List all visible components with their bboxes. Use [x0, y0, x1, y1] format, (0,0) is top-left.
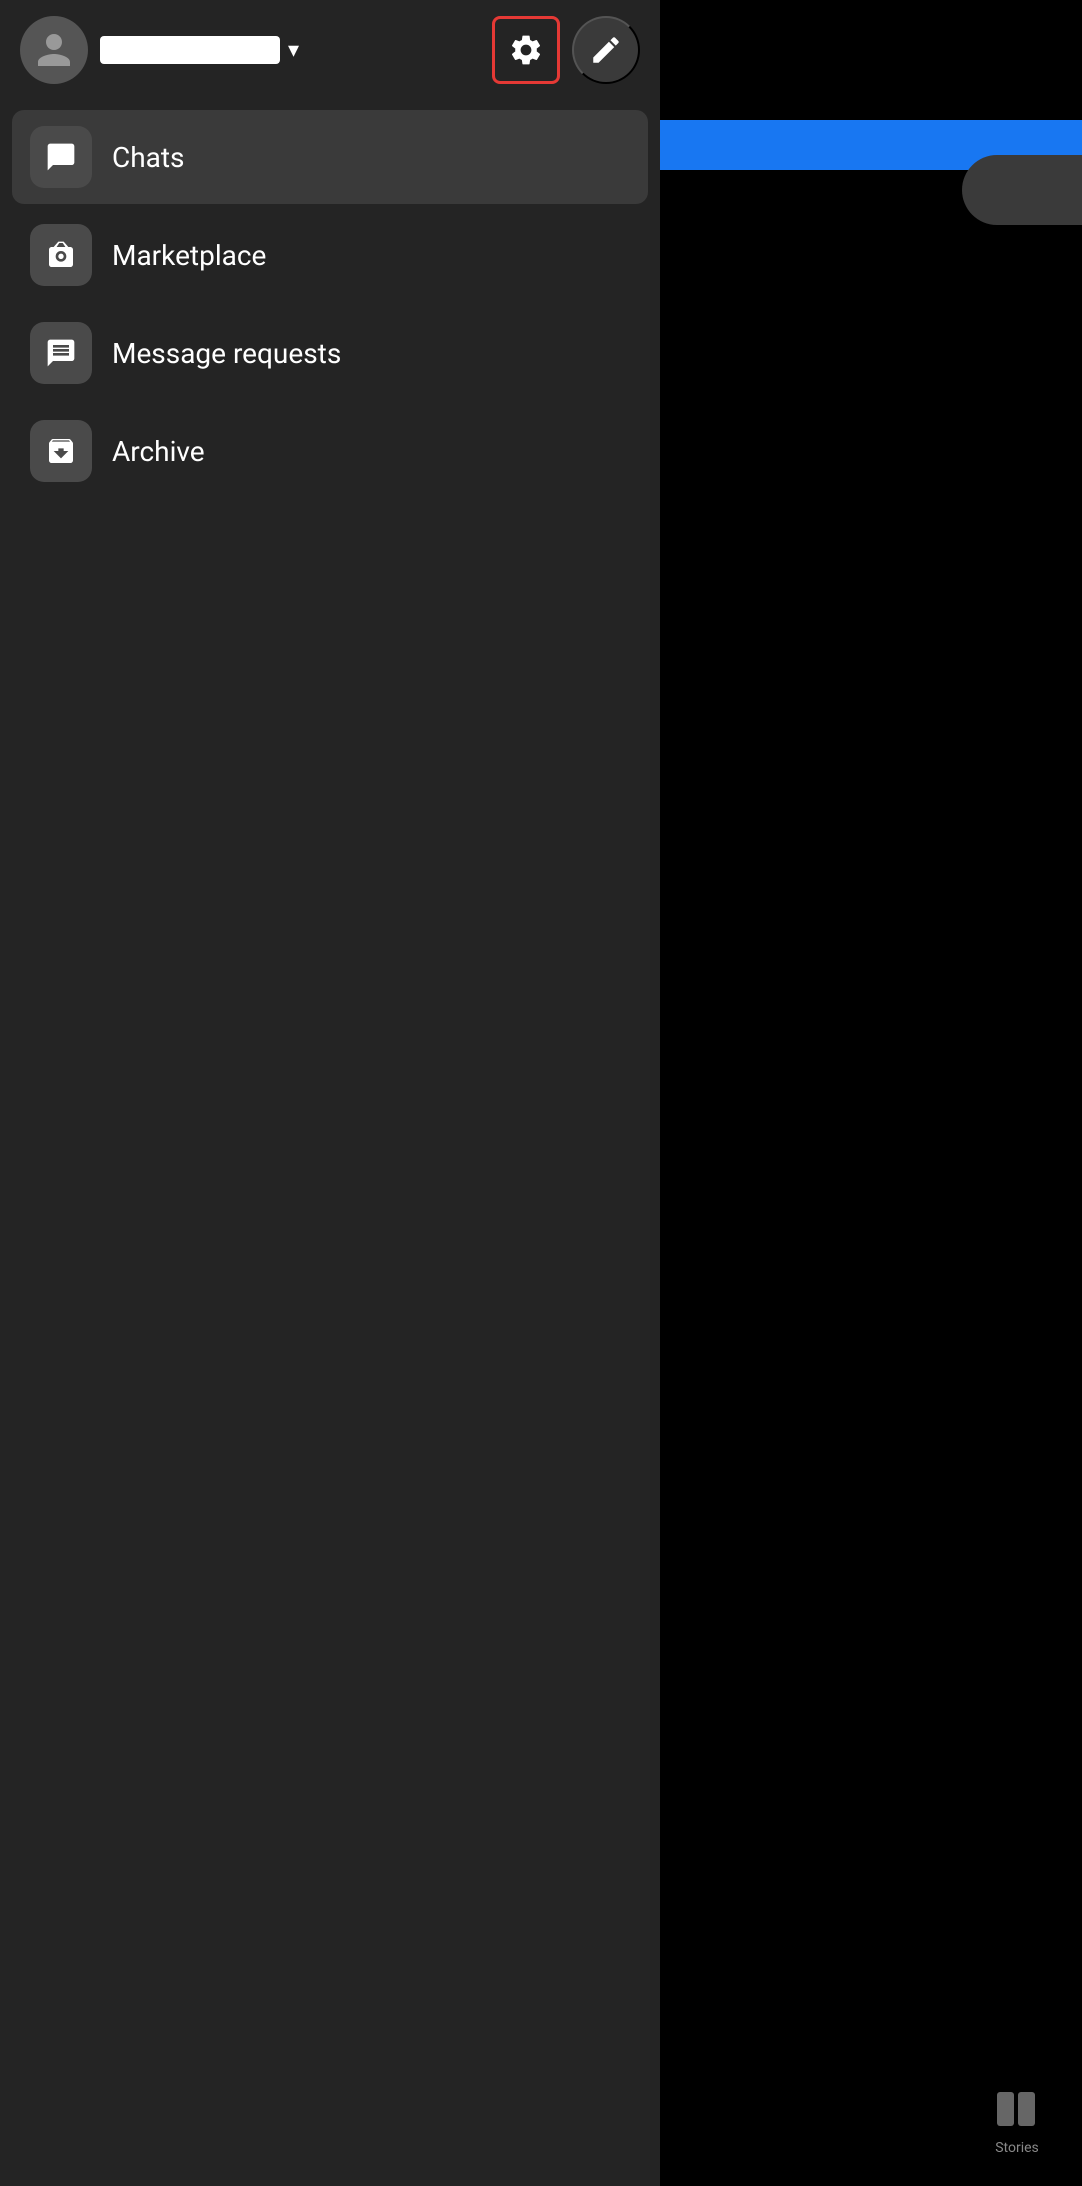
username-area: ▾: [100, 36, 480, 64]
marketplace-icon: [30, 224, 92, 286]
chats-label: Chats: [112, 141, 185, 174]
nav-item-marketplace[interactable]: Marketplace: [12, 208, 648, 302]
stories-icon: [992, 2084, 1042, 2134]
right-panel: Stories: [660, 0, 1082, 2186]
nav-item-message-requests[interactable]: Message requests: [12, 306, 648, 400]
main-panel: ▾ Chats: [0, 0, 660, 2186]
nav-list: Chats Marketplace Message requests: [0, 100, 660, 508]
settings-button[interactable]: [492, 16, 560, 84]
message-requests-label: Message requests: [112, 337, 341, 370]
marketplace-label: Marketplace: [112, 239, 266, 272]
toggle-shape: [962, 155, 1082, 225]
header: ▾: [0, 0, 660, 100]
stories-label: Stories: [995, 2140, 1039, 2156]
chat-icon: [30, 126, 92, 188]
stories-bottom: Stories: [992, 2084, 1042, 2156]
nav-item-archive[interactable]: Archive: [12, 404, 648, 498]
nav-item-chats[interactable]: Chats: [12, 110, 648, 204]
compose-button[interactable]: [572, 16, 640, 84]
username-bar: [100, 36, 280, 64]
archive-label: Archive: [112, 435, 205, 468]
archive-icon: [30, 420, 92, 482]
chevron-down-icon[interactable]: ▾: [288, 38, 299, 63]
message-requests-icon: [30, 322, 92, 384]
avatar[interactable]: [20, 16, 88, 84]
